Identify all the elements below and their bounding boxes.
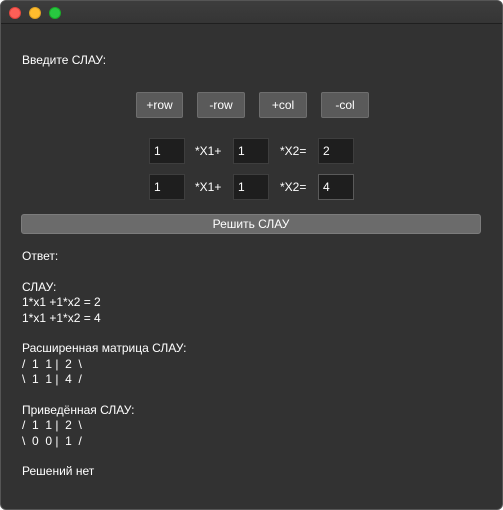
x2-label-r1: *X2= <box>280 144 307 158</box>
output-line: 1*x1 +1*x2 = 2 <box>22 295 101 310</box>
remove-row-button[interactable]: -row <box>197 92 245 118</box>
output-line: / 1 1 | 2 \ <box>22 356 82 371</box>
x2-label-r2: *X2= <box>280 180 307 194</box>
output-line: 1*x1 +1*x2 = 4 <box>22 310 101 325</box>
output-line: Ответ: <box>22 249 59 263</box>
minimize-window-button[interactable] <box>29 7 41 19</box>
x1-label-r2: *X1+ <box>195 180 222 194</box>
output-line: \ 0 0 | 1 / <box>22 433 82 448</box>
rhs-r1-input[interactable] <box>318 138 354 164</box>
output-line: Расширенная матрица СЛАУ: <box>22 341 187 356</box>
rhs-r2-input[interactable] <box>318 174 354 200</box>
coef-r2-c1-input[interactable] <box>149 174 185 200</box>
output-line: / 1 1 | 2 \ <box>22 418 82 433</box>
output-line: Приведённая СЛАУ: <box>22 402 135 417</box>
add-row-button[interactable]: +row <box>136 92 183 118</box>
remove-col-button[interactable]: -col <box>321 92 369 118</box>
solve-button[interactable]: Решить СЛАУ <box>21 214 481 234</box>
main-content: Введите СЛАУ: +row -row +col -col *X1+ *… <box>1 24 502 509</box>
output-line: СЛАУ: <box>22 279 57 294</box>
output-line: Решений нет <box>22 464 95 479</box>
maximize-window-button[interactable] <box>49 7 61 19</box>
result-output: Ответ: СЛАУ: 1*x1 +1*x2 = 2 1*x1 +1*x2 =… <box>22 249 482 480</box>
x1-label-r1: *X1+ <box>195 144 222 158</box>
coef-r2-c2-input[interactable] <box>233 174 269 200</box>
close-window-button[interactable] <box>9 7 21 19</box>
coef-r1-c2-input[interactable] <box>233 138 269 164</box>
prompt-label: Введите СЛАУ: <box>22 53 107 67</box>
output-line: \ 1 1 | 4 / <box>22 372 82 387</box>
coef-r1-c1-input[interactable] <box>149 138 185 164</box>
add-col-button[interactable]: +col <box>259 92 307 118</box>
app-window: Введите СЛАУ: +row -row +col -col *X1+ *… <box>0 0 503 510</box>
title-bar[interactable] <box>1 1 502 24</box>
